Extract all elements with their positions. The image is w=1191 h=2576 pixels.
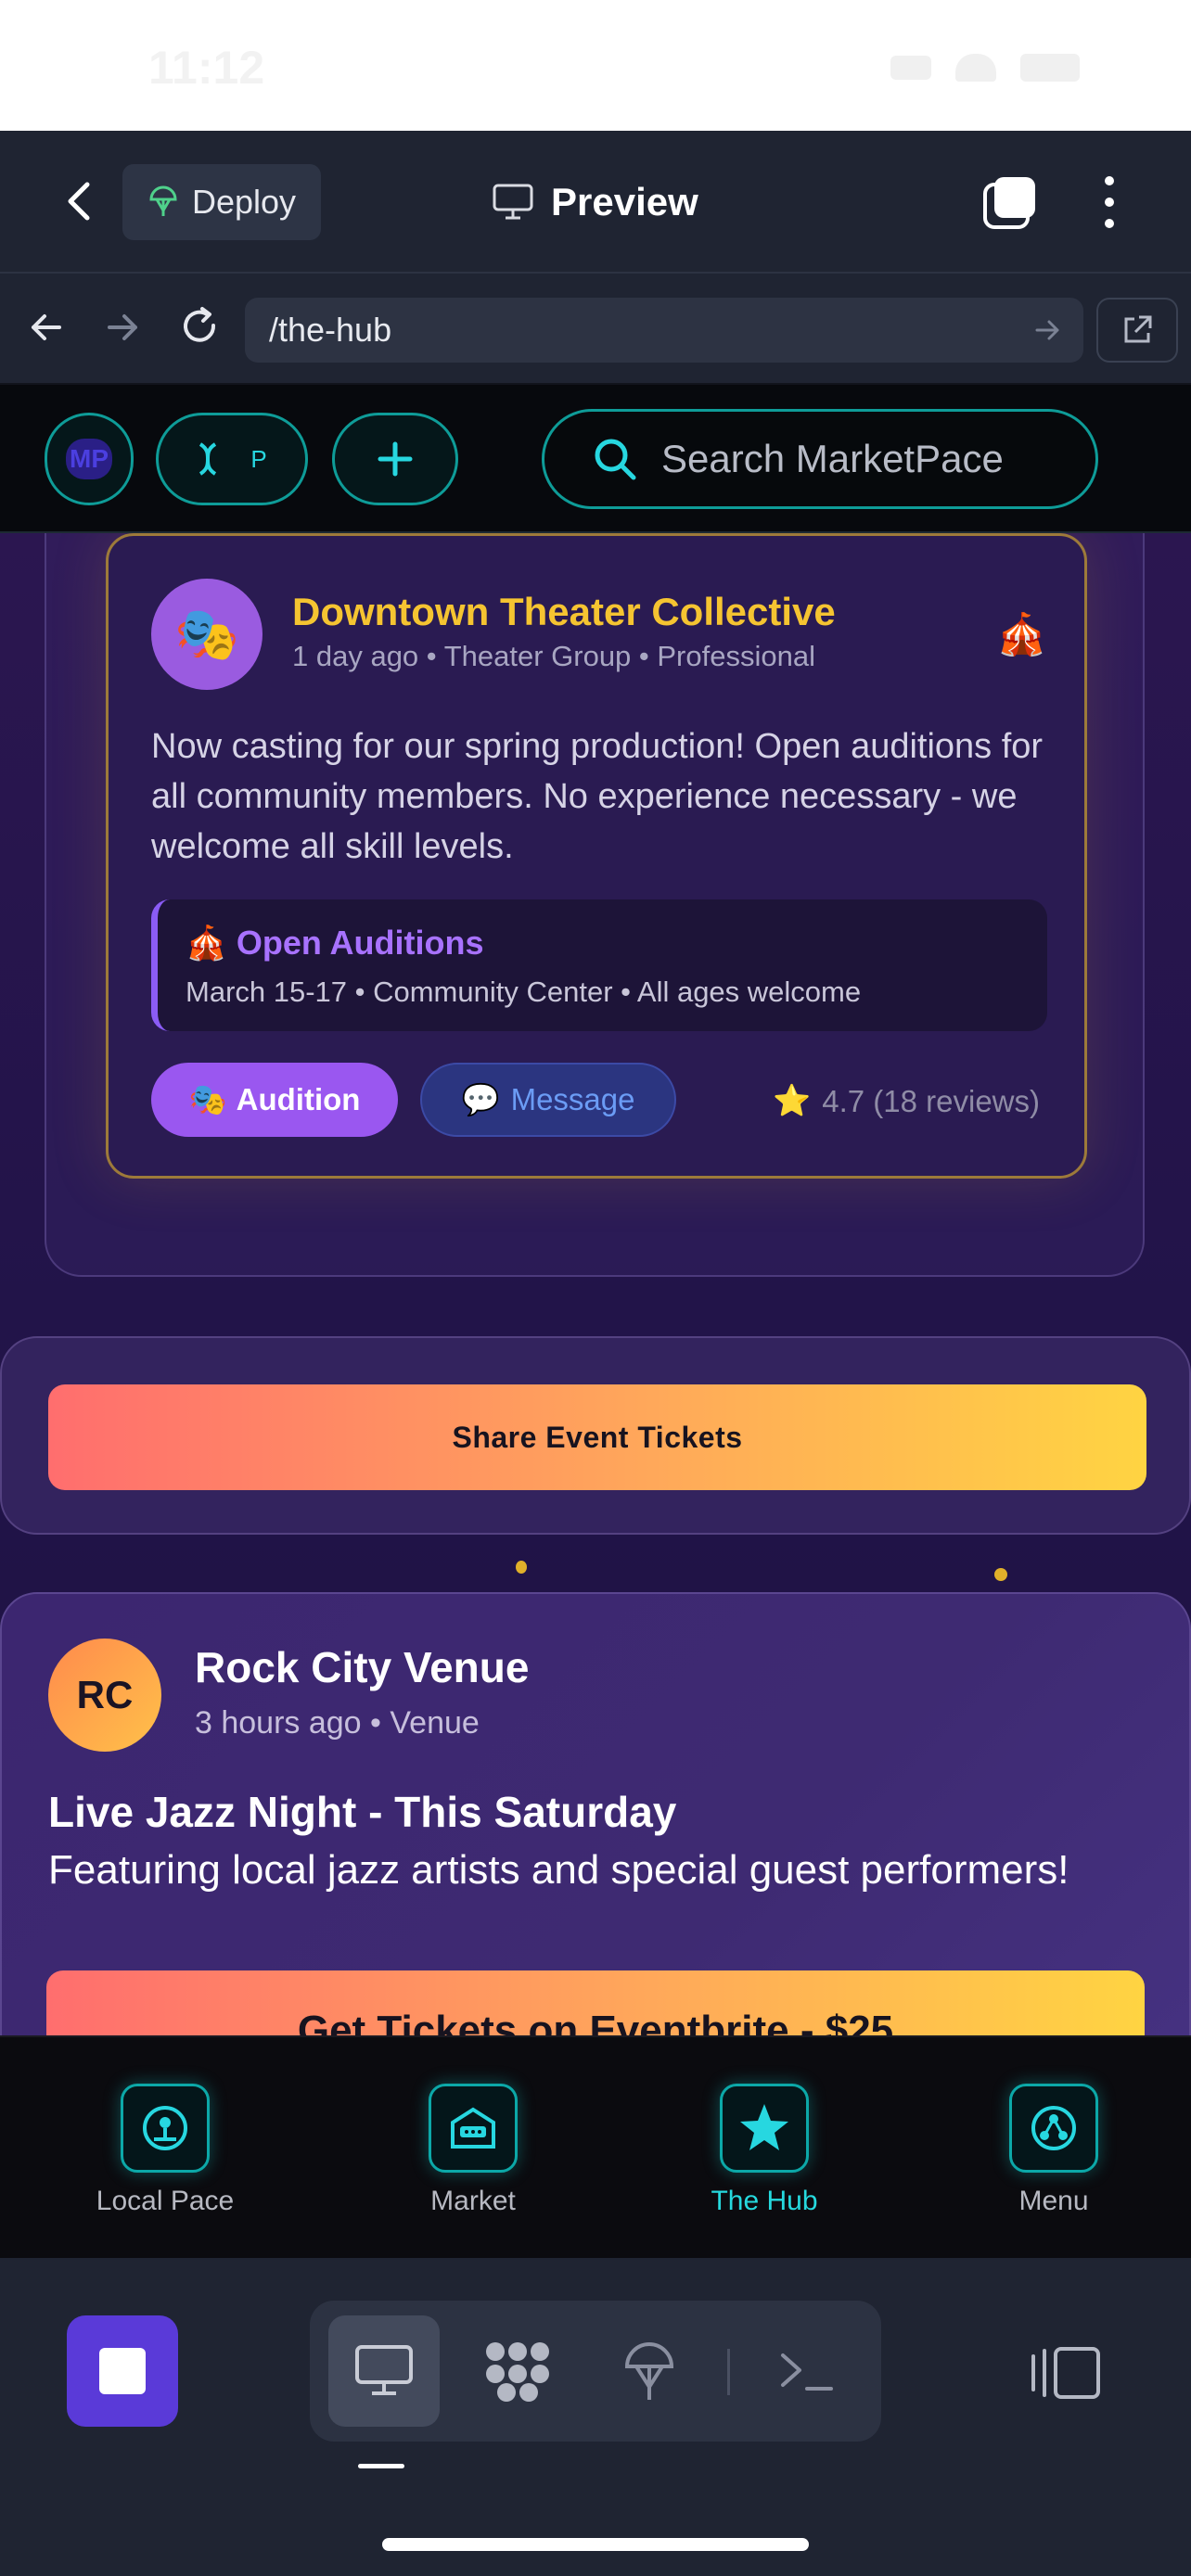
venue-name[interactable]: Rock City Venue bbox=[195, 1642, 529, 1692]
status-time: 11:12 bbox=[148, 42, 265, 94]
search-placeholder: Search MarketPace bbox=[661, 437, 1004, 480]
status-icons bbox=[890, 54, 1080, 82]
rating: ⭐ 4.7 (18 reviews) bbox=[773, 1083, 1040, 1119]
battery-icon bbox=[1020, 54, 1080, 82]
get-tickets-button[interactable]: Get Tickets on Eventbrite - $25 bbox=[46, 1970, 1145, 2035]
venue-post-card[interactable]: RC Rock City Venue 3 hours ago • Venue L… bbox=[0, 1592, 1191, 2035]
theater-avatar: 🎭 bbox=[151, 579, 263, 690]
deploy-icon bbox=[624, 2342, 674, 2400]
add-button[interactable] bbox=[332, 413, 458, 505]
event-callout[interactable]: 🎪 Open Auditions March 15-17 • Community… bbox=[151, 899, 1047, 1031]
home-indicator[interactable] bbox=[382, 2538, 809, 2551]
more-vertical-icon[interactable] bbox=[1091, 173, 1128, 231]
hub-feed: 🎭 Downtown Theater Collective 1 day ago … bbox=[0, 533, 1191, 2035]
local-pace-icon bbox=[121, 2084, 210, 2173]
post-author-name[interactable]: Downtown Theater Collective bbox=[292, 590, 836, 634]
post-meta: 1 day ago • Theater Group • Professional bbox=[292, 640, 815, 672]
go-arrow-icon[interactable] bbox=[1031, 314, 1063, 346]
deploy-button[interactable]: Deploy bbox=[122, 164, 321, 240]
side-panel-icon[interactable] bbox=[1030, 2343, 1104, 2403]
open-external-button[interactable] bbox=[1096, 298, 1178, 363]
plus-icon bbox=[378, 441, 413, 477]
tab-label: Menu bbox=[1018, 2186, 1089, 2216]
wifi-icon bbox=[955, 54, 996, 82]
marketpace-logo-pill[interactable]: MP bbox=[45, 413, 134, 505]
event-title: 🎪 Open Auditions bbox=[186, 924, 483, 963]
menu-icon bbox=[1009, 2084, 1098, 2173]
monitor-icon bbox=[355, 2345, 413, 2395]
tab-menu[interactable]: Menu bbox=[952, 2084, 1156, 2217]
tab-label: Market bbox=[430, 2186, 516, 2216]
deploy-label: Deploy bbox=[191, 183, 297, 221]
back-chevron-icon[interactable] bbox=[56, 177, 104, 225]
url-text: /the-hub bbox=[269, 311, 392, 349]
status-bar: 11:12 bbox=[0, 0, 1191, 131]
divider bbox=[727, 2349, 730, 2395]
url-field[interactable]: /the-hub bbox=[245, 298, 1083, 363]
app-header: MP P Search MarketPace bbox=[0, 385, 1191, 533]
venue-avatar: RC bbox=[48, 1639, 161, 1752]
market-icon bbox=[429, 2084, 518, 2173]
preview-label: Preview bbox=[551, 180, 698, 223]
share-tickets-card: Share Event Tickets bbox=[0, 1336, 1191, 1535]
browser-back-icon[interactable] bbox=[22, 303, 70, 351]
sparkle bbox=[516, 1561, 527, 1574]
star-icon: ⭐ bbox=[773, 1083, 812, 1117]
browser-forward-icon[interactable] bbox=[98, 303, 147, 351]
event-meta: March 15-17 • Community Center • All age… bbox=[186, 976, 862, 1008]
search-input[interactable]: Search MarketPace bbox=[542, 409, 1098, 509]
circus-tent-icon: 🎪 bbox=[186, 924, 227, 962]
tab-label: The Hub bbox=[711, 2186, 818, 2216]
post-body: Now casting for our spring production! O… bbox=[151, 727, 1044, 866]
tab-market[interactable]: Market bbox=[371, 2084, 575, 2217]
audition-label: Audition bbox=[236, 1082, 361, 1116]
tabs-icon[interactable] bbox=[981, 173, 1039, 231]
apps-view-button[interactable] bbox=[462, 2315, 573, 2427]
tab-the-hub[interactable]: The Hub bbox=[662, 2084, 866, 2217]
share-event-tickets-button[interactable]: Share Event Tickets bbox=[48, 1384, 1146, 1490]
view-switcher bbox=[310, 2301, 881, 2442]
message-button[interactable]: 💬 Message bbox=[420, 1063, 676, 1137]
featured-post-container: 🎭 Downtown Theater Collective 1 day ago … bbox=[45, 533, 1145, 1277]
dna-icon bbox=[199, 442, 217, 476]
browser-bar: /the-hub bbox=[0, 274, 1191, 385]
monitor-icon bbox=[493, 184, 533, 220]
sparkle bbox=[994, 1568, 1007, 1581]
preview-view-button[interactable] bbox=[328, 2315, 440, 2427]
top-app-bar: Deploy Preview bbox=[0, 131, 1191, 274]
mp-logo: MP bbox=[66, 439, 112, 479]
tab-local-pace[interactable]: Local Pace bbox=[63, 2084, 267, 2217]
editor-dock bbox=[0, 2258, 1191, 2576]
star-icon bbox=[720, 2084, 809, 2173]
search-icon bbox=[595, 439, 636, 480]
preview-title: Preview bbox=[492, 170, 698, 235]
rating-text: 4.7 (18 reviews) bbox=[822, 1083, 1040, 1118]
deploy-icon bbox=[149, 185, 177, 216]
deployments-view-button[interactable] bbox=[594, 2315, 705, 2427]
signal-icon bbox=[890, 56, 931, 80]
console-view-button[interactable] bbox=[751, 2315, 863, 2427]
active-indicator bbox=[358, 2464, 404, 2468]
app-screen: 11:12 Deploy Preview /the-hub MP P Searc… bbox=[0, 0, 1191, 2576]
theater-post-card[interactable]: 🎭 Downtown Theater Collective 1 day ago … bbox=[106, 533, 1087, 1179]
venue-post-description: Featuring local jazz artists and special… bbox=[48, 1847, 1069, 1893]
reload-icon[interactable] bbox=[176, 303, 224, 351]
theater-masks-icon: 🎭 bbox=[188, 1081, 227, 1116]
tab-label: Local Pace bbox=[96, 2186, 235, 2216]
speech-bubble-icon: 💬 bbox=[461, 1081, 500, 1116]
external-link-icon bbox=[1124, 315, 1152, 343]
stop-icon bbox=[99, 2348, 146, 2394]
pace-pill[interactable]: P bbox=[156, 413, 308, 505]
terminal-icon bbox=[781, 2353, 833, 2391]
audition-button[interactable]: 🎭 Audition bbox=[151, 1063, 398, 1137]
stop-button[interactable] bbox=[67, 2315, 178, 2427]
circus-tent-icon: 🎪 bbox=[996, 612, 1047, 657]
venue-post-headline: Live Jazz Night - This Saturday bbox=[48, 1788, 677, 1836]
message-label: Message bbox=[510, 1082, 635, 1116]
bottom-tab-bar: Local Pace Market The Hub Menu bbox=[0, 2035, 1191, 2258]
venue-meta: 3 hours ago • Venue bbox=[195, 1705, 480, 1741]
apps-grid-icon bbox=[486, 2342, 549, 2402]
event-title-label: Open Auditions bbox=[236, 924, 484, 962]
pace-label: P bbox=[250, 444, 267, 473]
